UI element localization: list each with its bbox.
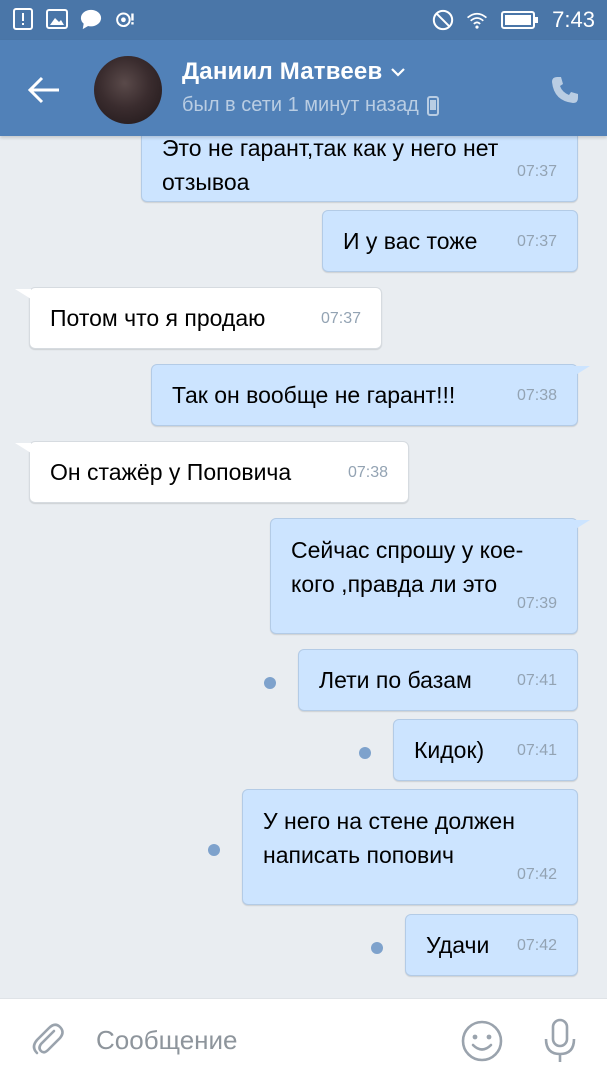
chat-bubble-icon [80, 8, 102, 30]
emoji-button[interactable] [460, 1019, 504, 1063]
message-outgoing[interactable]: Кидок) 07:41 [393, 719, 578, 781]
message-line: Кидок) [414, 737, 485, 763]
contact-name: Даниил Матвеев [182, 58, 383, 85]
status-time: 7:43 [552, 7, 595, 32]
message-line: Удачи [426, 932, 490, 958]
message-time: 07:39 [516, 595, 557, 612]
message-outgoing[interactable]: И у вас тоже 07:37 [322, 210, 578, 272]
message-time: 07:38 [347, 464, 388, 481]
message-time: 07:42 [516, 866, 557, 883]
image-icon [46, 8, 68, 30]
message-text: Это не гарант,так как у него нет отзывоа [162, 136, 498, 199]
voice-button[interactable] [540, 1017, 580, 1065]
message-line: Потом что я продаю [50, 305, 266, 331]
camera-icon [114, 8, 136, 30]
chat-header: Даниил Матвеев был в сети 1 минут назад [0, 40, 607, 136]
message-text: Кидок) [414, 733, 484, 767]
message-list[interactable]: Это не гарант,так как у него нет отзывоа 0… [0, 136, 607, 998]
microphone-icon [544, 1018, 576, 1062]
bubble-tail [15, 289, 31, 299]
message-text: Потом что я продаю [50, 301, 265, 335]
message-text: Сейчас спрошу у кое-кого ,правда ли это [291, 533, 523, 601]
message-line: отзывоа [162, 169, 250, 195]
message-text: Лети по базам [319, 663, 472, 697]
chevron-down-icon [391, 68, 406, 77]
message-outgoing[interactable]: Лети по базам 07:41 [298, 649, 578, 711]
back-button[interactable] [22, 68, 66, 112]
message-line: кого ,правда ли это [291, 571, 498, 597]
status-bar: 7:43 [0, 0, 607, 40]
unread-indicator [359, 747, 371, 759]
call-button[interactable] [545, 70, 585, 110]
message-incoming[interactable]: Он стажёр у Поповича 07:38 [29, 441, 409, 503]
message-line: Это не гарант,так как у него нет [162, 136, 499, 161]
contact-name-row[interactable]: Даниил Матвеев [182, 58, 406, 86]
contact-status: был в сети 1 минут назад [182, 94, 419, 116]
message-line: Так он вообще не гарант!!! [172, 382, 456, 408]
paperclip-icon [32, 1023, 64, 1055]
message-line: Он стажёр у Поповича [50, 459, 292, 485]
bubble-tail [574, 520, 590, 530]
message-line: Сейчас спрошу у кое- [291, 537, 524, 563]
battery-icon [500, 9, 540, 31]
composer [0, 998, 607, 1080]
emoji-icon [461, 1020, 503, 1062]
message-line: И у вас тоже [343, 228, 478, 254]
unread-indicator [264, 677, 276, 689]
message-text: И у вас тоже [343, 224, 477, 258]
message-outgoing[interactable]: Удачи 07:42 [405, 914, 578, 976]
message-outgoing[interactable]: У него на стене должен написать попович 07… [242, 789, 578, 905]
message-line: написать попович [263, 842, 455, 868]
message-line: У него на стене должен [263, 808, 515, 834]
message-text: Так он вообще не гарант!!! [172, 378, 455, 412]
message-time: 07:37 [320, 310, 361, 327]
dnd-icon [432, 9, 454, 31]
message-incoming[interactable]: Потом что я продаю 07:37 [29, 287, 382, 349]
message-outgoing[interactable]: Сейчас спрошу у кое-кого ,правда ли это 0… [270, 518, 578, 634]
message-text: Удачи [426, 928, 489, 962]
message-time: 07:41 [516, 742, 557, 759]
message-time: 07:41 [516, 672, 557, 689]
phone-icon [552, 77, 578, 103]
avatar[interactable] [94, 56, 162, 124]
contact-status-row: был в сети 1 минут назад [182, 94, 439, 117]
notification-icon [12, 8, 34, 30]
message-text: У него на стене должен написать попович [263, 804, 515, 872]
back-arrow-icon [27, 76, 59, 104]
message-outgoing[interactable]: Так он вообще не гарант!!! 07:38 [151, 364, 578, 426]
message-text: Он стажёр у Поповича [50, 455, 291, 489]
message-time: 07:38 [516, 387, 557, 404]
message-time: 07:42 [516, 937, 557, 954]
message-input[interactable] [96, 1019, 436, 1061]
message-outgoing[interactable]: Это не гарант,так как у него нет отзывоа 0… [141, 136, 578, 202]
message-line: Лети по базам [319, 667, 472, 693]
bubble-tail [574, 366, 590, 376]
unread-indicator [208, 844, 220, 856]
wifi-icon [466, 9, 488, 31]
unread-indicator [371, 942, 383, 954]
message-time: 07:37 [516, 163, 557, 180]
mobile-icon [426, 95, 439, 116]
message-time: 07:37 [516, 233, 557, 250]
bubble-tail [15, 443, 31, 453]
attach-button[interactable] [28, 1019, 68, 1059]
